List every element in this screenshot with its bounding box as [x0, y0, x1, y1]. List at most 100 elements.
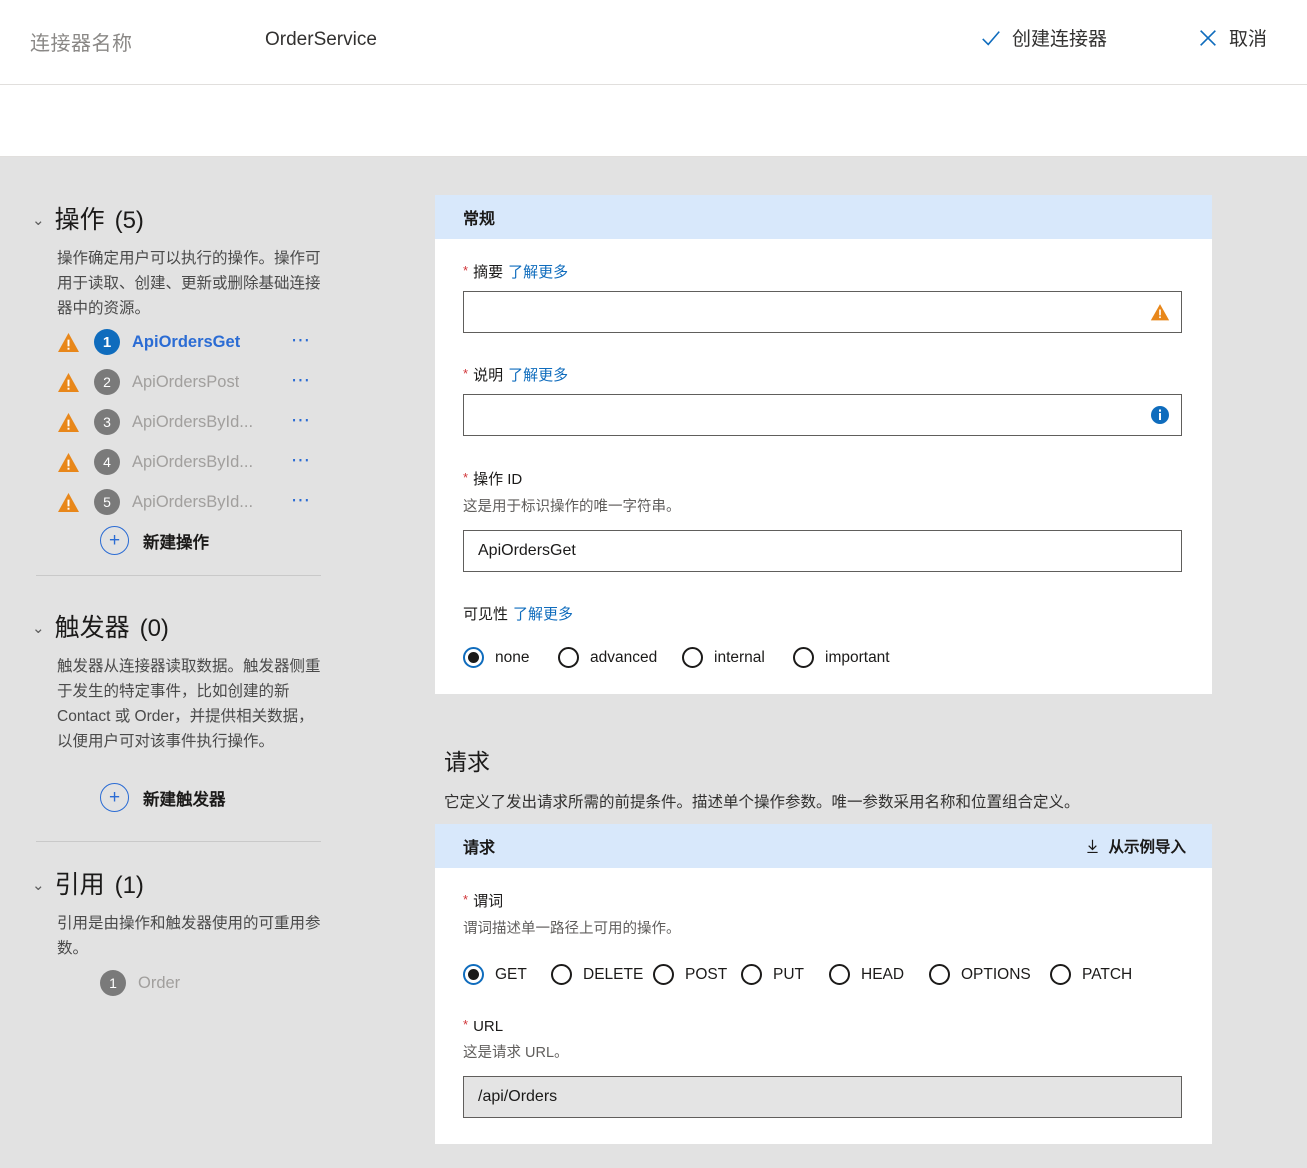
verb-option-put[interactable]: PUT [741, 964, 829, 985]
verb-option-label: OPTIONS [961, 966, 1031, 984]
description-learn-more-link[interactable]: 了解更多 [508, 364, 568, 385]
list-item[interactable]: 2 ApiOrdersPost ⋯ [57, 362, 322, 402]
description-label-text: 说明 [473, 364, 503, 385]
verb-option-patch[interactable]: PATCH [1050, 964, 1132, 985]
verb-field: * 谓词 谓词描述单一路径上可用的操作。 GET DELETE PO [463, 890, 1184, 985]
verb-label: * 谓词 [463, 890, 1184, 911]
new-trigger-label: 新建触发器 [143, 786, 226, 810]
verb-option-options[interactable]: OPTIONS [929, 964, 1050, 985]
radio-icon [793, 647, 814, 668]
operation-id-label: * 操作 ID [463, 468, 1184, 489]
list-item[interactable]: 1 ApiOrdersGet ⋯ [57, 322, 322, 362]
radio-icon [551, 964, 572, 985]
radio-icon [653, 964, 674, 985]
operation-id-input[interactable] [463, 530, 1182, 572]
verb-option-delete[interactable]: DELETE [551, 964, 653, 985]
actions-section-count: (5) [115, 207, 144, 235]
radio-icon [929, 964, 950, 985]
summary-input-wrap [463, 291, 1182, 333]
more-options-icon[interactable]: ⋯ [291, 331, 312, 350]
definition-sidebar: ⌄ 操作 (5) 操作确定用户可以执行的操作。操作可用于读取、创建、更新或删除基… [0, 158, 435, 1168]
references-section-header[interactable]: ⌄ 引用 (1) [32, 865, 144, 901]
description-field: * 说明 了解更多 [463, 364, 1184, 436]
chevron-down-icon: ⌄ [32, 621, 45, 636]
summary-input[interactable] [463, 291, 1182, 333]
request-card-header: 请求 从示例导入 [435, 824, 1212, 868]
plus-icon: + [100, 526, 129, 555]
verb-option-label: POST [685, 966, 727, 984]
verb-label-text: 谓词 [473, 890, 503, 911]
description-input[interactable] [463, 394, 1182, 436]
visibility-radio-group: none advanced internal important [463, 647, 1184, 668]
definition-main-panel: 常规 * 摘要 了解更多 [435, 158, 1307, 1168]
visibility-label-text: 可见性 [463, 603, 508, 624]
list-item-label: ApiOrdersById... [132, 413, 253, 432]
more-options-icon[interactable]: ⋯ [291, 411, 312, 430]
visibility-option-advanced[interactable]: advanced [558, 647, 682, 668]
actions-section-description: 操作确定用户可以执行的操作。操作可用于读取、创建、更新或删除基础连接器中的资源。 [57, 246, 322, 321]
request-card: 请求 从示例导入 * 谓词 谓词描述单一路径上可用的操作。 GET [435, 824, 1212, 1144]
visibility-learn-more-link[interactable]: 了解更多 [513, 603, 573, 624]
radio-selected-icon [463, 647, 484, 668]
url-label: * URL [463, 1018, 1184, 1035]
list-item[interactable]: 1 Order [100, 970, 180, 996]
warning-icon [57, 332, 80, 353]
new-trigger-button[interactable]: + 新建触发器 [100, 783, 226, 812]
create-connector-button[interactable]: 创建连接器 [980, 24, 1107, 51]
radio-icon [1050, 964, 1071, 985]
triggers-section-header[interactable]: ⌄ 触发器 (0) [32, 608, 169, 644]
chevron-down-icon: ⌄ [32, 878, 45, 893]
visibility-option-internal[interactable]: internal [682, 647, 793, 668]
import-from-sample-button[interactable]: 从示例导入 [1084, 835, 1186, 857]
verb-option-get[interactable]: GET [463, 964, 551, 985]
verb-option-post[interactable]: POST [653, 964, 741, 985]
request-card-body: * 谓词 谓词描述单一路径上可用的操作。 GET DELETE PO [435, 868, 1212, 1144]
more-options-icon[interactable]: ⋯ [291, 451, 312, 470]
url-input[interactable] [463, 1076, 1182, 1118]
radio-icon [741, 964, 762, 985]
warning-icon [57, 412, 80, 433]
description-input-wrap [463, 394, 1182, 436]
list-item[interactable]: 3 ApiOrdersById... ⋯ [57, 402, 322, 442]
summary-learn-more-link[interactable]: 了解更多 [508, 261, 568, 282]
warning-icon [57, 492, 80, 513]
triggers-section-count: (0) [140, 615, 169, 643]
verb-radio-group: GET DELETE POST PUT [463, 964, 1184, 985]
plus-icon: + [100, 783, 129, 812]
visibility-option-none[interactable]: none [463, 647, 558, 668]
required-asterisk: * [463, 263, 468, 278]
list-item-index: 1 [100, 970, 126, 996]
warning-icon [57, 452, 80, 473]
create-connector-label: 创建连接器 [1012, 24, 1107, 51]
more-options-icon[interactable]: ⋯ [291, 371, 312, 390]
actions-section-title: 操作 [55, 200, 105, 236]
operation-id-hint: 这是用于标识操作的唯一字符串。 [463, 495, 1184, 516]
cancel-button[interactable]: 取消 [1197, 24, 1267, 51]
general-card-header: 常规 [435, 195, 1212, 239]
chevron-down-icon: ⌄ [32, 213, 45, 228]
connector-name-value: OrderService [265, 29, 377, 51]
actions-section-header[interactable]: ⌄ 操作 (5) [32, 200, 144, 236]
url-field: * URL 这是请求 URL。 [463, 1018, 1184, 1118]
check-icon [980, 27, 1002, 49]
new-action-button[interactable]: + 新建操作 [100, 526, 209, 555]
verb-option-label: PATCH [1082, 966, 1132, 984]
cancel-label: 取消 [1229, 24, 1267, 51]
list-item[interactable]: 5 ApiOrdersById... ⋯ [57, 482, 322, 522]
list-item-label: ApiOrdersPost [132, 373, 239, 392]
operation-id-field: * 操作 ID 这是用于标识操作的唯一字符串。 [463, 468, 1184, 572]
list-item-label: ApiOrdersById... [132, 453, 253, 472]
list-item[interactable]: 4 ApiOrdersById... ⋯ [57, 442, 322, 482]
more-options-icon[interactable]: ⋯ [291, 491, 312, 510]
required-asterisk: * [463, 366, 468, 381]
url-input-wrap [463, 1076, 1182, 1118]
verb-option-head[interactable]: HEAD [829, 964, 929, 985]
verb-option-label: DELETE [583, 966, 643, 984]
visibility-option-important[interactable]: important [793, 647, 890, 668]
radio-selected-icon [463, 964, 484, 985]
info-icon [1150, 405, 1170, 425]
references-section-title: 引用 [55, 865, 105, 901]
list-item-index: 2 [94, 369, 120, 395]
wizard-tab-strip: 常规 › 安全性 › 定义 › 测试 [0, 85, 1307, 157]
description-label: * 说明 了解更多 [463, 364, 1184, 385]
